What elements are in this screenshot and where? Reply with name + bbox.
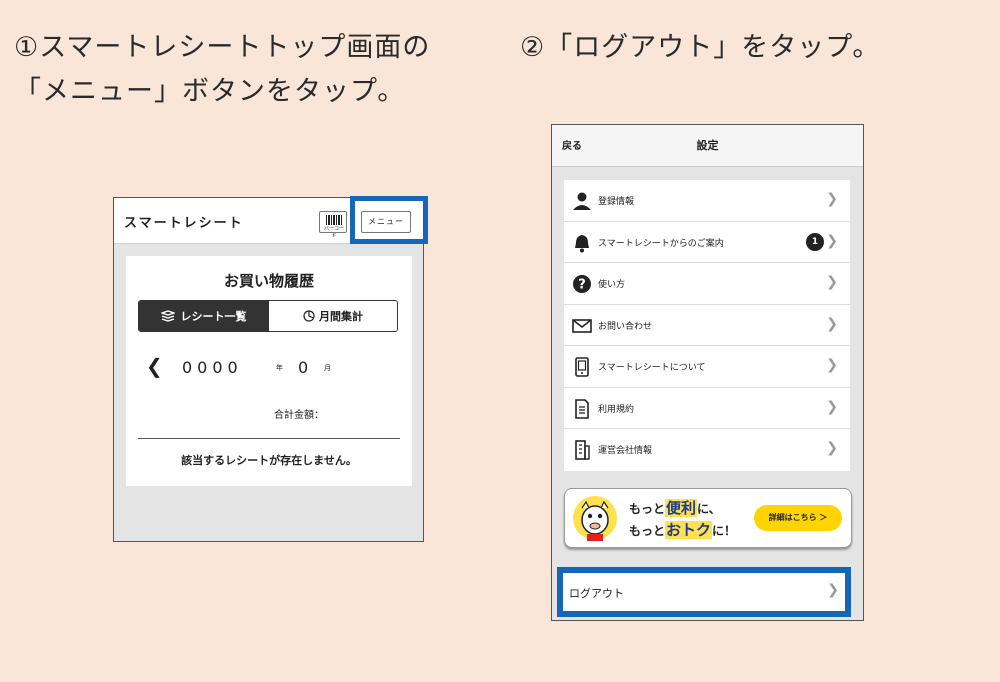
settings-item-label: お問い合わせ (598, 321, 653, 332)
banner-text: に、 (697, 502, 721, 516)
banner-text: もっと (629, 502, 666, 516)
settings-item-contact[interactable]: お問い合わせ ❯ (564, 305, 850, 346)
logout-button[interactable]: ログアウト ❯ (563, 573, 845, 611)
settings-item-label: スマートレシートからのご案内 (598, 238, 724, 249)
banner-line2: もっとおトクに！ (629, 519, 736, 540)
banner-highlight-text: おトク (665, 521, 713, 539)
settings-list: 登録情報 ❯ スマートレシートからのご案内 1 ❯ ? 使い方 ❯ お問い合わせ… (564, 180, 850, 471)
step2-instruction: ②「ログアウト」をタップ。 (520, 32, 881, 63)
settings-item-notices[interactable]: スマートレシートからのご案内 1 ❯ (564, 222, 850, 263)
person-icon (573, 192, 591, 210)
promo-banner[interactable]: もっと便利に、 もっとおトクに！ 詳細はこちら ＞ (564, 488, 852, 548)
settings-item-company[interactable]: 運営会社情報 ❯ (564, 429, 850, 471)
step1-instruction: ①スマートレシートトップ画面の 「メニュー」ボタンをタップ。 (14, 26, 494, 114)
banner-text: に！ (712, 524, 737, 538)
document-icon (575, 398, 589, 419)
barcode-button[interactable]: バーコード (319, 211, 347, 239)
purchase-history-card: お買い物履歴 レシート一覧 月間集計 ❮ 0000 年 0 月 合計金額： 該当… (126, 256, 412, 486)
pie-chart-icon (303, 310, 315, 322)
banner-text: もっと (629, 524, 666, 538)
year-value: 0000 (182, 358, 243, 377)
tab-monthly-label: 月間集計 (319, 310, 363, 323)
total-amount-label: 合計金額： (274, 410, 324, 421)
settings-screen-screenshot: 戻る 設定 登録情報 ❯ スマートレシートからのご案内 1 ❯ ? 使い方 ❯ … (551, 124, 864, 621)
step1-line1: ①スマートレシートトップ画面の (14, 32, 431, 63)
chevron-right-icon: ❯ (826, 191, 838, 207)
chevron-right-icon: ❯ (826, 357, 838, 373)
divider (138, 438, 400, 439)
settings-item-howto[interactable]: ? 使い方 ❯ (564, 263, 850, 305)
settings-item-label: 利用規約 (598, 404, 635, 415)
chevron-right-icon: ❯ (826, 232, 838, 249)
year-unit: 年 (276, 364, 283, 372)
step1-line2: 「メニュー」ボタンをタップ。 (14, 76, 406, 107)
tab-monthly-summary[interactable]: 月間集計 (268, 301, 397, 331)
date-selector: ❮ 0000 年 0 月 (146, 354, 396, 380)
top-screen-screenshot: スマートレシート バーコード メニュー お買い物履歴 レシート一覧 月間集計 ❮… (113, 196, 428, 542)
settings-header: 戻る 設定 (552, 125, 863, 167)
tab-receipt-list[interactable]: レシート一覧 (139, 301, 268, 331)
menu-highlight-frame (350, 196, 428, 244)
chevron-right-icon: ❯ (826, 315, 838, 332)
banner-line1: もっと便利に、 (629, 497, 721, 518)
details-button[interactable]: 詳細はこちら ＞ (754, 505, 842, 531)
phone-icon (575, 357, 589, 377)
history-heading: お買い物履歴 (223, 272, 314, 290)
banner-highlight-text: 便利 (665, 499, 698, 517)
barcode-icon (326, 215, 342, 225)
barcode-label: バーコード (323, 226, 344, 239)
tab-receipt-label: レシート一覧 (180, 310, 247, 323)
month-unit: 月 (324, 364, 331, 372)
settings-item-label: 運営会社情報 (598, 446, 653, 456)
settings-item-label: 使い方 (598, 280, 626, 290)
building-icon (575, 440, 590, 460)
chevron-right-icon: ❯ (827, 582, 839, 598)
month-value: 0 (298, 358, 309, 377)
logout-label: ログアウト (569, 587, 624, 600)
empty-message: 該当するレシートが存在しません。 (181, 454, 357, 467)
chevron-right-icon: ❯ (826, 274, 838, 290)
mail-icon (572, 318, 592, 333)
receipt-icon (160, 310, 175, 322)
settings-item-terms[interactable]: 利用規約 ❯ (564, 388, 850, 429)
app-title: スマートレシート (124, 216, 244, 231)
history-tabs: レシート一覧 月間集計 (138, 300, 398, 332)
mascot-icon (573, 496, 617, 541)
settings-item-label: スマートレシートについて (598, 363, 706, 373)
prev-month-chevron-icon[interactable]: ❮ (146, 354, 163, 378)
unread-count-badge: 1 (806, 232, 824, 251)
settings-item-account[interactable]: 登録情報 ❯ (564, 180, 850, 222)
svg-text:?: ? (578, 278, 586, 293)
bell-icon (575, 234, 589, 252)
settings-title: 設定 (696, 139, 719, 152)
chevron-right-icon: ❯ (826, 398, 838, 415)
settings-item-about[interactable]: スマートレシートについて ❯ (564, 346, 850, 388)
settings-item-label: 登録情報 (598, 197, 635, 207)
chevron-right-icon: ❯ (826, 440, 838, 456)
question-icon: ? (573, 275, 591, 293)
